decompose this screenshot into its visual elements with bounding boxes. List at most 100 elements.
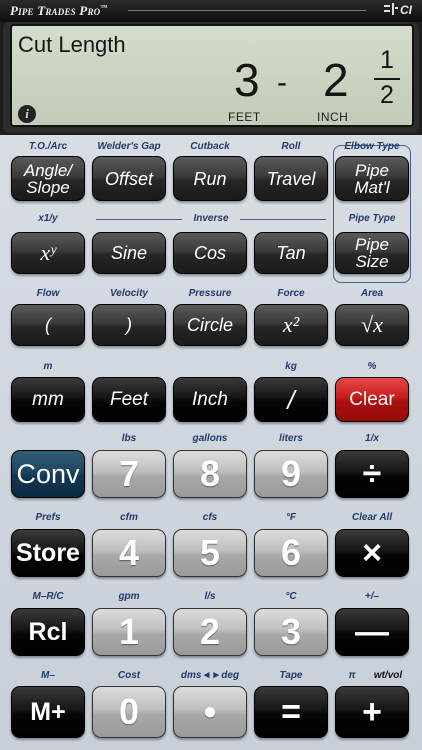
pipe-size-key[interactable]: Pipe Size [335, 232, 409, 274]
label-to-arc: T.O./Arc [28, 141, 68, 152]
label-tape: Tape [279, 670, 303, 681]
square-label: x² [282, 312, 300, 337]
seven-key[interactable]: 7 [92, 450, 166, 498]
label-liters: liters [279, 433, 303, 444]
display-fraction-numerator: 1 [380, 46, 394, 74]
angle-slope-label: Angle/ Slope [23, 160, 73, 197]
label-memory-recall-clear: M–R/C [32, 591, 64, 602]
label-reciprocal: 1/x [365, 433, 379, 444]
sine-key[interactable]: Sine [92, 232, 166, 274]
label-celsius: °C [285, 591, 297, 602]
square-root-label: √x [361, 312, 383, 337]
label-pipe-type: Pipe Type [348, 213, 396, 224]
label-kg: kg [285, 361, 297, 372]
five-key[interactable]: 5 [173, 529, 247, 577]
fraction-key[interactable]: / [254, 377, 328, 422]
label-wt-vol: wt/vol [373, 670, 403, 681]
display-inch-unit: INCH [317, 110, 349, 124]
label-fahrenheit: °F [285, 512, 297, 523]
offset-key[interactable]: Offset [92, 156, 166, 201]
label-m: m [43, 361, 53, 372]
info-icon[interactable]: i [18, 105, 36, 123]
label-percent: % [367, 361, 377, 372]
mm-key[interactable]: mm [11, 377, 85, 422]
label-memory-minus: M– [41, 670, 55, 681]
display-feet-unit: FEET [228, 110, 261, 124]
recall-key[interactable]: Rcl [11, 608, 85, 656]
label-flow: Flow [36, 288, 60, 299]
label-liters-per-second: l/s [204, 591, 216, 602]
label-cost: Cost [117, 670, 141, 681]
one-key[interactable]: 1 [92, 608, 166, 656]
decimal-point-key[interactable]: • [173, 686, 247, 738]
square-key[interactable]: x² [254, 304, 328, 346]
power-key[interactable]: xʸ [11, 232, 85, 274]
label-velocity: Velocity [110, 288, 148, 299]
tan-key[interactable]: Tan [254, 232, 328, 274]
label-roll: Roll [281, 141, 301, 152]
label-pi: π [348, 670, 356, 681]
circle-key[interactable]: Circle [173, 304, 247, 346]
two-key[interactable]: 2 [173, 608, 247, 656]
display-separator: - [277, 66, 287, 99]
clear-key[interactable]: Clear [335, 377, 409, 422]
label-inverse: Inverse [193, 213, 229, 224]
display-mode-label: Cut Length [18, 32, 126, 57]
label-cfm: cfm [120, 512, 138, 523]
power-label: xʸ [40, 240, 56, 265]
label-pressure: Pressure [188, 288, 232, 299]
divide-key[interactable]: ÷ [335, 450, 409, 498]
ci-logo: CI [384, 3, 412, 17]
label-welders-gap: Welder's Gap [97, 141, 161, 152]
plus-key[interactable]: + [335, 686, 409, 738]
pipe-size-label: Pipe Size [354, 235, 390, 271]
nine-key[interactable]: 9 [254, 450, 328, 498]
display-fraction-bar [374, 78, 400, 80]
inverse-line-right [240, 219, 326, 220]
store-key[interactable]: Store [11, 529, 85, 577]
feet-key[interactable]: Feet [92, 377, 166, 422]
label-clear-all: Clear All [351, 512, 393, 523]
display-inch-value: 2 [323, 54, 349, 106]
inch-key[interactable]: Inch [173, 377, 247, 422]
inverse-line-left [96, 219, 182, 220]
conv-key[interactable]: Conv [11, 450, 85, 498]
display-feet-value: 3 [234, 54, 260, 106]
label-prefs: Prefs [35, 512, 61, 523]
label-area: Area [360, 288, 384, 299]
display-fraction-denominator: 2 [380, 81, 394, 109]
lcd-display: Cut Length i 3 - 2 1 2 FEET INCH [10, 24, 414, 127]
travel-key[interactable]: Travel [254, 156, 328, 201]
angle-slope-key[interactable]: Angle/ Slope [11, 156, 85, 201]
open-paren-key[interactable]: ( [11, 304, 85, 346]
label-cfs: cfs [202, 512, 218, 523]
eight-key[interactable]: 8 [173, 450, 247, 498]
label-gpm: gpm [118, 591, 140, 602]
label-x-1-y: x1/y [38, 213, 58, 224]
equals-key[interactable]: = [254, 686, 328, 738]
label-dms-deg: dms◄►deg [180, 670, 240, 681]
close-paren-key[interactable]: ) [92, 304, 166, 346]
run-key[interactable]: Run [173, 156, 247, 201]
ci-logo-icon [384, 3, 398, 15]
brand-title: Pipe Trades Pro™ [10, 3, 108, 18]
memory-plus-key[interactable]: M+ [11, 686, 85, 738]
zero-key[interactable]: 0 [92, 686, 166, 738]
pipe-matl-key[interactable]: Pipe Mat'l [335, 156, 409, 201]
label-lbs: lbs [121, 433, 137, 444]
label-gallons: gallons [192, 433, 228, 444]
multiply-key[interactable]: × [335, 529, 409, 577]
four-key[interactable]: 4 [92, 529, 166, 577]
minus-key[interactable]: — [335, 608, 409, 656]
header-divider [128, 10, 366, 11]
pipe-matl-label: Pipe Mat'l [354, 160, 390, 197]
calculator-app: Pipe Trades Pro™ CI Cut Length i 3 - 2 1… [0, 0, 422, 750]
header-bar: Pipe Trades Pro™ CI [0, 0, 422, 22]
square-root-key[interactable]: √x [335, 304, 409, 346]
label-force: Force [277, 288, 305, 299]
cos-key[interactable]: Cos [173, 232, 247, 274]
three-key[interactable]: 3 [254, 608, 328, 656]
label-plus-minus: +/– [364, 591, 380, 602]
six-key[interactable]: 6 [254, 529, 328, 577]
label-elbow-type: Elbow Type [344, 141, 400, 152]
